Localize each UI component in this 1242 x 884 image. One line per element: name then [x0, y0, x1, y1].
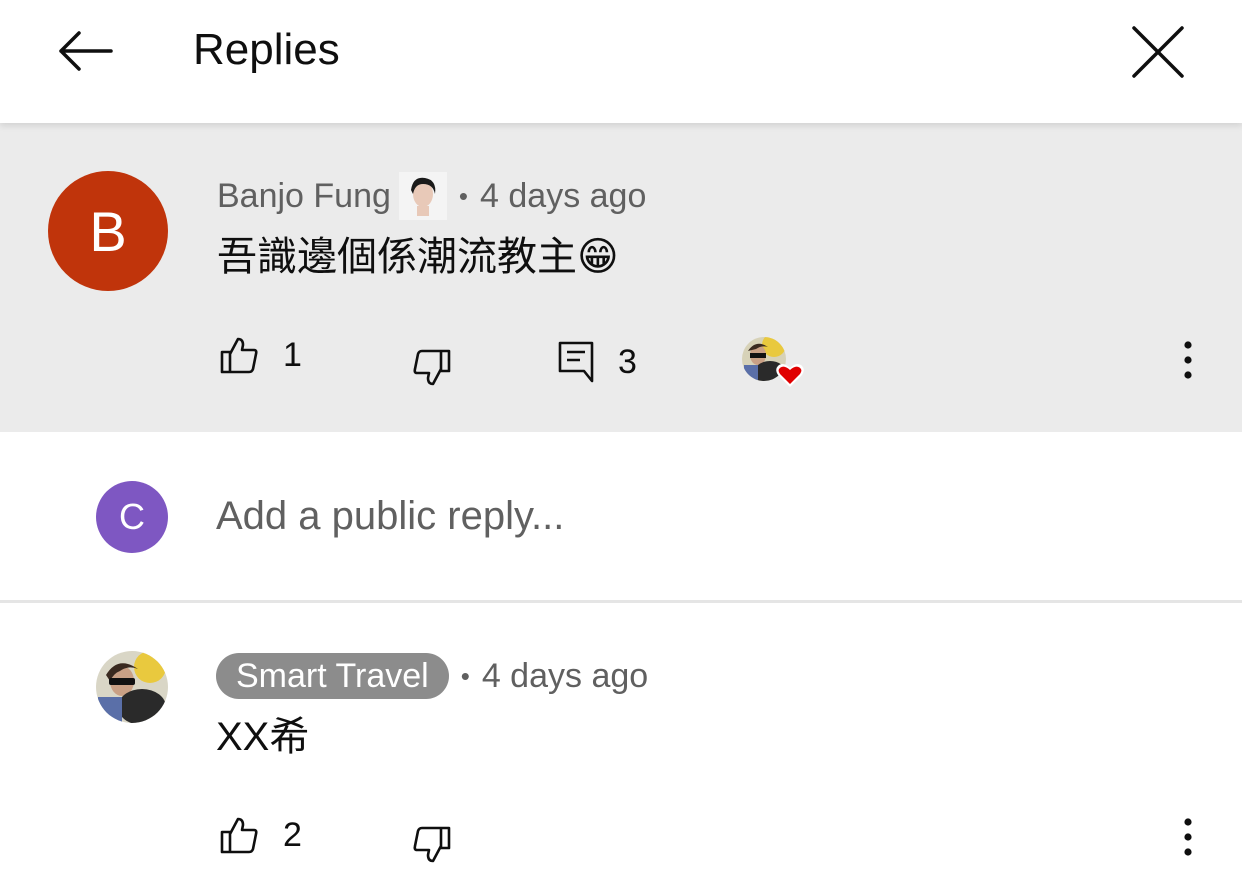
separator-dot: •: [458, 180, 469, 211]
creator-heart: [742, 335, 808, 391]
user-avatar[interactable]: C: [96, 481, 168, 553]
member-badge-icon: [398, 172, 447, 220]
dislike-button[interactable]: [412, 348, 452, 388]
avatar[interactable]: [96, 651, 168, 723]
comment-time[interactable]: 4 days ago: [480, 177, 646, 216]
author-name[interactable]: Banjo Fung: [217, 177, 391, 216]
more-vert-icon: [1184, 818, 1192, 856]
creator-heart-icon: [742, 337, 804, 387]
channel-photo-icon: [96, 651, 168, 723]
like-button[interactable]: 2: [219, 815, 302, 855]
more-options-button[interactable]: [1168, 807, 1208, 867]
close-icon: [1132, 26, 1184, 78]
top-app-bar: Replies: [0, 0, 1242, 123]
comment-meta: Smart Travel • 4 days ago: [216, 651, 648, 701]
like-count: 2: [283, 815, 302, 854]
avatar[interactable]: B: [48, 171, 168, 291]
close-button[interactable]: [1124, 18, 1192, 86]
page-title: Replies: [193, 25, 340, 74]
avatar-letter: C: [119, 496, 145, 537]
reply-count: 3: [618, 342, 637, 381]
separator-dot: •: [460, 660, 470, 691]
reply-input[interactable]: [216, 486, 1116, 546]
more-vert-icon: [1184, 341, 1192, 379]
comment-icon: [558, 341, 594, 383]
more-options-button[interactable]: [1168, 330, 1208, 390]
avatar-letter: B: [89, 199, 127, 263]
reply-count-button[interactable]: 3: [558, 341, 637, 383]
back-button[interactable]: [52, 18, 118, 84]
dislike-button[interactable]: [412, 825, 452, 865]
like-button[interactable]: 1: [219, 335, 302, 375]
thumb-down-icon: [413, 826, 451, 863]
creator-name-chip[interactable]: Smart Travel: [216, 653, 449, 699]
thumb-up-icon: [220, 337, 258, 374]
reply-comment: Smart Travel • 4 days ago XX希 2: [0, 603, 1242, 884]
comment-text: XX希: [216, 715, 310, 759]
thumb-down-icon: [413, 349, 451, 386]
comment-time[interactable]: 4 days ago: [482, 657, 648, 696]
comment-text: 吾識邊個係潮流教主😁: [217, 235, 619, 279]
parent-comment: B Banjo Fung • 4 days ago 吾識邊個係潮流教主😁 1 3: [0, 123, 1242, 432]
like-count: 1: [283, 335, 302, 374]
comment-meta: Banjo Fung • 4 days ago: [217, 171, 646, 221]
thumb-up-icon: [220, 817, 258, 854]
reply-input-row: C: [0, 432, 1242, 600]
arrow-left-icon: [59, 31, 113, 71]
